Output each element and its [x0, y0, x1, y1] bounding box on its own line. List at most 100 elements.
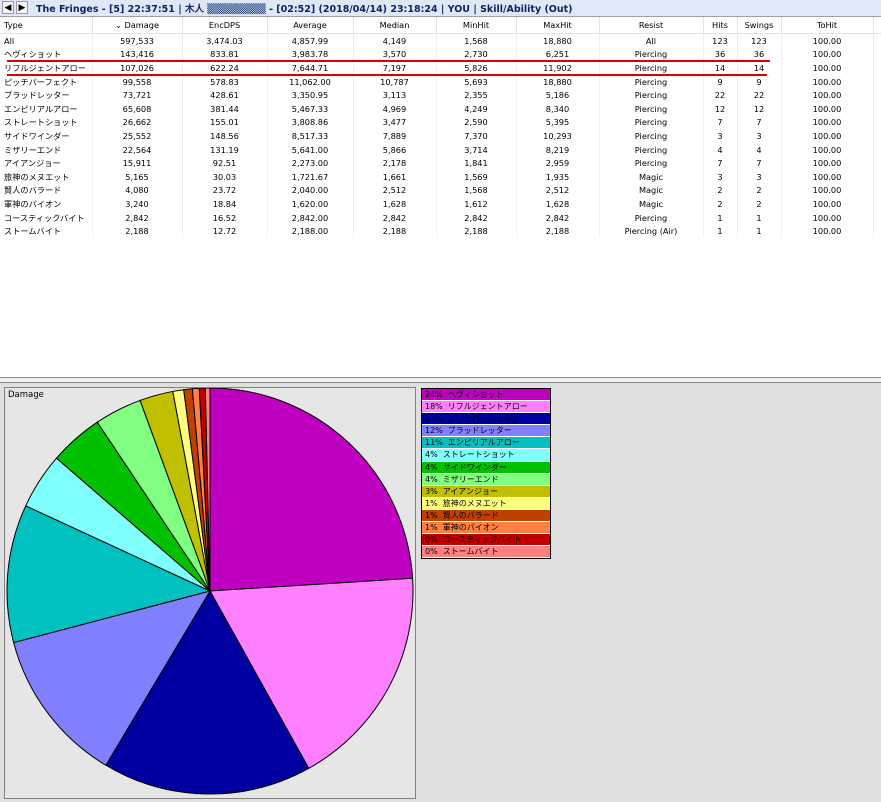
table-row[interactable]: コースティックバイト 2,842 16.52 2,842.00 2,842 2,842 2,… [0, 210, 881, 225]
table-cell: 1 [703, 224, 738, 238]
table-cell: 0% [873, 224, 881, 238]
table-cell: 2 [703, 197, 738, 211]
table-cell: 1 [737, 210, 782, 225]
table-cell: Magic [599, 183, 704, 198]
table-cell: 3 [737, 129, 782, 143]
table-cell: 7 [737, 115, 782, 130]
table-row[interactable]: 賢人のバラード 4,080 23.72 2,040.00 2,512 1,568 2,512… [0, 183, 881, 198]
table-cell: 1,620.00 [267, 197, 354, 211]
table-cell: 123 [703, 33, 738, 48]
damage-pie-chart [6, 388, 414, 795]
table-cell: All [0, 33, 93, 48]
table-cell: 2,842 [516, 210, 600, 225]
column-header-type[interactable]: Type [0, 17, 93, 34]
table-cell: 100.00 [781, 129, 874, 143]
legend-item: 1% 旅神のメヌエット [422, 497, 550, 510]
table-cell: 10,787 [353, 74, 437, 89]
table-cell: 2,188 [516, 224, 600, 238]
table-cell: 21% [873, 61, 881, 75]
table-cell: 18,880 [516, 33, 600, 48]
table-cell: 73,721 [92, 88, 183, 102]
table-cell: 8,340 [516, 101, 600, 116]
table-cell: 2,273.00 [267, 156, 354, 170]
legend-item: 0% コースティックバイト [422, 534, 550, 547]
back-arrow-icon[interactable]: ◀ [2, 1, 14, 14]
table-row[interactable]: ピッチパーフェクト 99,558 578.83 11,062.00 10,787 5,69… [0, 74, 881, 89]
table-row[interactable]: 軍神のパイオン 3,240 18.84 1,620.00 1,628 1,612 1,628… [0, 197, 881, 211]
table-cell: 0% [873, 210, 881, 225]
column-header-resist[interactable]: Resist [599, 17, 704, 34]
table-cell: 10,293 [516, 129, 600, 143]
table-cell: 4,149 [353, 33, 437, 48]
table-header-row: Type ⌄ Damage EncDPS Average Median MinHit Max… [0, 17, 881, 34]
table-cell: 4 [737, 142, 782, 157]
damage-table-panel[interactable]: Type ⌄ Damage EncDPS Average Median MinHit Max… [0, 17, 881, 378]
table-row[interactable]: ミザリーエンド 22,564 131.19 5,641.00 5,866 3,714 8,2… [0, 142, 881, 157]
column-header-swings[interactable]: Swings [737, 17, 782, 34]
table-cell: 2 [703, 183, 738, 198]
table-row[interactable]: ストレートショット 26,662 155.01 3,808.86 3,477 2,590 5… [0, 115, 881, 130]
table-row[interactable]: All 597,533 3,474.03 4,857.99 4,149 1,568 18,8… [0, 33, 881, 48]
table-cell: 3 [703, 169, 738, 184]
table-cell: 65,608 [92, 101, 183, 116]
table-cell: 23.72 [182, 183, 268, 198]
column-header-crit[interactable]: Crit% [873, 17, 881, 34]
column-header-encdps[interactable]: EncDPS [182, 17, 268, 34]
table-row[interactable]: アイアンジョー 15,911 92.51 2,273.00 2,178 1,841 2,95… [0, 156, 881, 170]
table-cell: 1,568 [436, 183, 517, 198]
table-cell: 1,935 [516, 169, 600, 184]
table-cell: 5,165 [92, 169, 183, 184]
column-header-median[interactable]: Median [353, 17, 437, 34]
column-header-minhit[interactable]: MinHit [436, 17, 517, 34]
table-cell: 100.00 [781, 183, 874, 198]
table-cell: 4,969 [353, 101, 437, 116]
table-cell: ピッチパーフェクト [0, 74, 93, 89]
column-header-damage[interactable]: ⌄ Damage [92, 17, 183, 34]
table-cell: Piercing [599, 129, 704, 143]
table-cell: 107,026 [92, 61, 183, 75]
table-row[interactable]: サイドワインダー 25,552 148.56 8,517.33 7,889 7,370 10… [0, 129, 881, 143]
table-cell: 3,808.86 [267, 115, 354, 130]
table-cell: 7,889 [353, 129, 437, 143]
table-cell: 12 [737, 101, 782, 116]
table-row[interactable]: ブラッドレッター 73,721 428.61 3,350.95 3,113 2,355 5,… [0, 88, 881, 102]
graph-panel: Damage 24% ヘヴィショット 18% リフルジェントアロー 17% ピッチパーフェ… [0, 382, 881, 802]
table-cell: 100.00 [781, 33, 874, 48]
table-cell: 7 [737, 156, 782, 170]
table-cell: 7 [703, 156, 738, 170]
table-cell: リフルジェントアロー [0, 61, 93, 75]
table-cell: 123 [737, 33, 782, 48]
column-header-hits[interactable]: Hits [703, 17, 738, 34]
table-row[interactable]: リフルジェントアロー 107,026 622.24 7,644.71 7,197 5,82… [0, 61, 881, 75]
column-header-maxhit[interactable]: MaxHit [516, 17, 600, 34]
table-cell: 3,477 [353, 115, 437, 130]
table-cell: 14% [873, 156, 881, 170]
table-cell: Piercing [599, 88, 704, 102]
table-cell: 5,186 [516, 88, 600, 102]
table-row[interactable]: ストームバイト 2,188 12.72 2,188.00 2,188 2,188 2,188… [0, 224, 881, 238]
table-cell: 100.00 [781, 169, 874, 184]
table-cell: 4 [703, 142, 738, 157]
table-row[interactable]: エンピリアルアロー 65,608 381.44 5,467.33 4,969 4,249 8… [0, 101, 881, 116]
table-cell: 100.00 [781, 61, 874, 75]
table-cell: ブラッドレッター [0, 88, 93, 102]
table-cell: 3,240 [92, 197, 183, 211]
table-row[interactable]: 旅神のメヌエット 5,165 30.03 1,721.67 1,661 1,569 1,93… [0, 169, 881, 184]
table-cell: 25,552 [92, 129, 183, 143]
table-cell: 428.61 [182, 88, 268, 102]
table-cell: 381.44 [182, 101, 268, 116]
table-cell: 7,644.71 [267, 61, 354, 75]
column-header-average[interactable]: Average [267, 17, 354, 34]
table-cell: 1,721.67 [267, 169, 354, 184]
legend-item: 3% アイアンジョー [422, 485, 550, 498]
table-cell: 軍神のパイオン [0, 197, 93, 211]
table-cell: 597,533 [92, 33, 183, 48]
table-cell: 15,911 [92, 156, 183, 170]
table-cell: サイドワインダー [0, 129, 93, 143]
legend-item: 1% 賢人のバラード [422, 509, 550, 523]
column-header-tohit[interactable]: ToHit [781, 17, 874, 34]
table-cell: 100.00 [781, 142, 874, 157]
forward-arrow-icon[interactable]: ▶ [16, 1, 28, 14]
legend-item: 18% リフルジェントアロー [422, 401, 550, 414]
table-cell: 2 [737, 197, 782, 211]
